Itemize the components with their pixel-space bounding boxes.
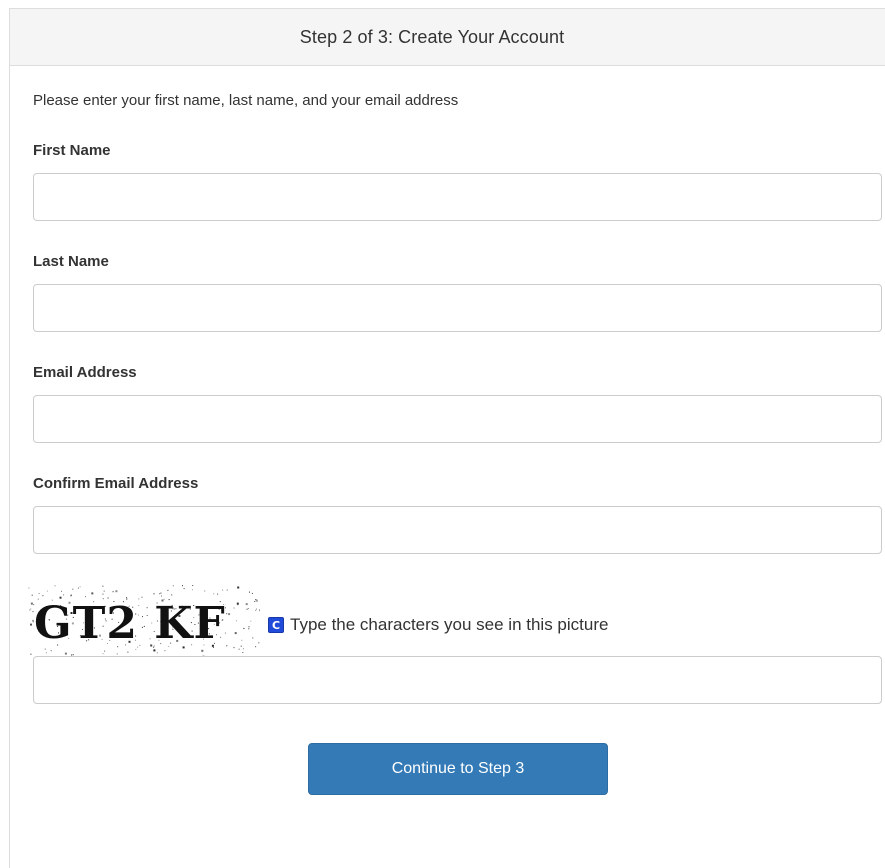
refresh-icon-glyph: C bbox=[272, 620, 280, 631]
last-name-label: Last Name bbox=[33, 253, 109, 270]
page-title: Step 2 of 3: Create Your Account bbox=[300, 27, 564, 48]
email-label: Email Address bbox=[33, 364, 137, 381]
confirm-email-field[interactable] bbox=[33, 506, 882, 554]
captcha-image: GT2 KF bbox=[28, 585, 260, 661]
account-panel: Step 2 of 3: Create Your Account Please … bbox=[9, 8, 885, 868]
panel-header: Step 2 of 3: Create Your Account bbox=[10, 9, 885, 66]
form-instructions: Please enter your first name, last name,… bbox=[33, 92, 458, 109]
email-field[interactable] bbox=[33, 395, 882, 443]
captcha-instruction: Type the characters you see in this pict… bbox=[290, 615, 608, 635]
last-name-field[interactable] bbox=[33, 284, 882, 332]
captcha-text: GT2 KF bbox=[34, 598, 226, 649]
first-name-field[interactable] bbox=[33, 173, 882, 221]
continue-button[interactable]: Continue to Step 3 bbox=[308, 743, 608, 795]
captcha-row: GT2 KF C Type the characters you see in … bbox=[28, 583, 608, 663]
refresh-icon[interactable]: C bbox=[268, 617, 284, 633]
confirm-email-label: Confirm Email Address bbox=[33, 475, 198, 492]
captcha-field[interactable] bbox=[33, 656, 882, 704]
first-name-label: First Name bbox=[33, 142, 111, 159]
